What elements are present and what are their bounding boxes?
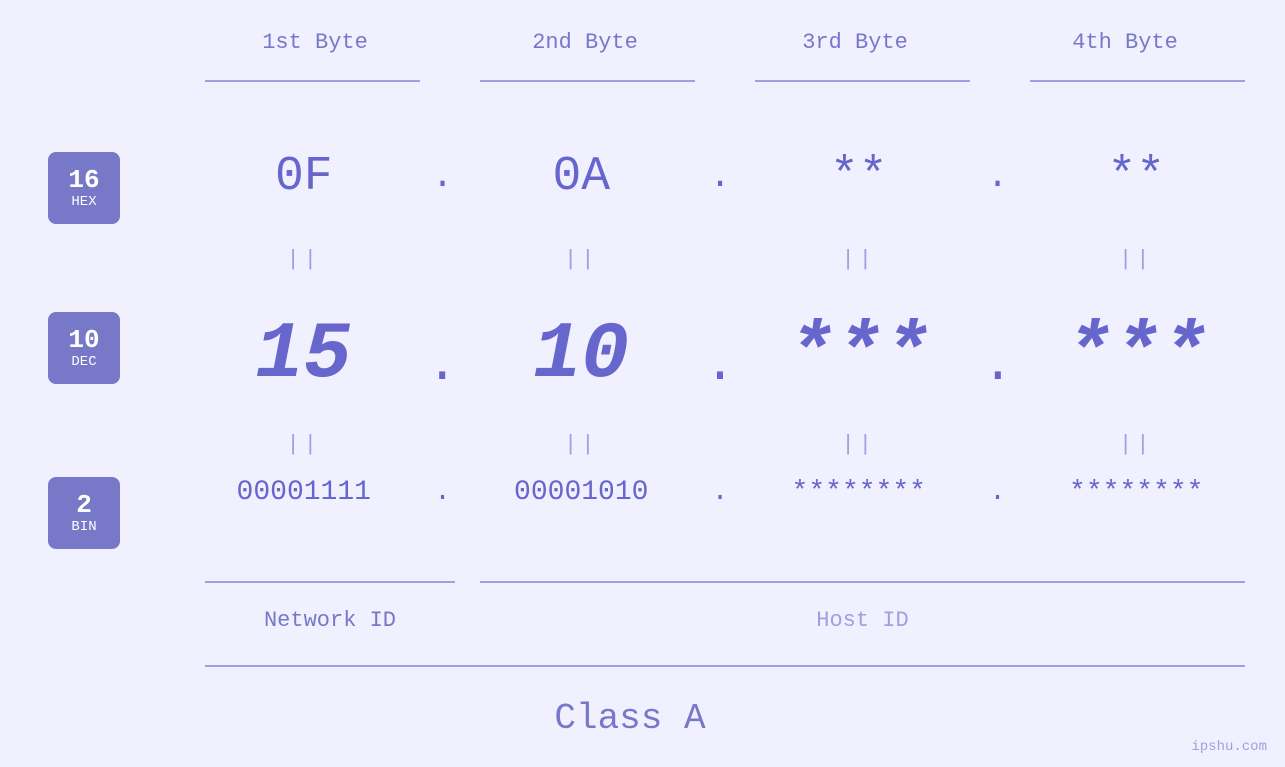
dot-bin-3: . (983, 479, 1013, 507)
dec-b4: *** (1013, 310, 1260, 401)
hex-b1: 0F (180, 150, 428, 204)
dec-badge: 10 DEC (48, 312, 120, 384)
dot-bin-1: . (428, 479, 458, 507)
bin-row: 00001111 . 00001010 . ******** . *******… (180, 477, 1260, 508)
dec-b3: *** (736, 310, 983, 401)
bracket-line-1 (205, 80, 420, 82)
dec-badge-label: DEC (71, 354, 96, 370)
byte-header-4: 4th Byte (990, 30, 1260, 55)
dot-bin-2: . (705, 479, 735, 507)
bin-b4: ******** (1013, 477, 1261, 508)
dot-dec-1: . (427, 340, 458, 392)
hex-b2: 0A (458, 150, 706, 204)
eq-1-b3: || (735, 247, 983, 272)
eq-dot-6 (983, 432, 1013, 457)
eq-dot-2 (705, 247, 735, 272)
main-container: 1st Byte 2nd Byte 3rd Byte 4th Byte 16 H… (0, 0, 1285, 767)
hex-badge: 16 HEX (48, 152, 120, 224)
hex-b3: ** (735, 150, 983, 204)
hex-badge-label: HEX (71, 194, 96, 210)
dot-hex-2: . (705, 159, 735, 195)
eq-dot-5 (705, 432, 735, 457)
dot-hex-1: . (428, 159, 458, 195)
bin-b1: 00001111 (180, 477, 428, 508)
class-a-label: Class A (0, 698, 1260, 739)
eq-1-b4: || (1013, 247, 1261, 272)
bottom-bracket-left (205, 581, 455, 583)
byte-header-1: 1st Byte (180, 30, 450, 55)
bin-badge: 2 BIN (48, 477, 120, 549)
eq-dot-4 (428, 432, 458, 457)
host-id-label: Host ID (480, 608, 1245, 633)
bracket-line-3 (755, 80, 970, 82)
bracket-line-2 (480, 80, 695, 82)
bin-b3: ******** (735, 477, 983, 508)
byte-headers: 1st Byte 2nd Byte 3rd Byte 4th Byte (180, 30, 1260, 55)
eq-2-b2: || (458, 432, 706, 457)
eq-dot-3 (983, 247, 1013, 272)
hex-b4: ** (1013, 150, 1261, 204)
byte-header-2: 2nd Byte (450, 30, 720, 55)
eq-dot-1 (428, 247, 458, 272)
dot-dec-3: . (982, 340, 1013, 392)
dot-dec-2: . (704, 340, 735, 392)
dec-b1: 15 (180, 310, 427, 401)
bracket-line-4 (1030, 80, 1245, 82)
eq-1-b1: || (180, 247, 428, 272)
bin-badge-label: BIN (71, 519, 96, 535)
equals-row-1: || || || || (180, 247, 1260, 272)
bin-b2: 00001010 (458, 477, 706, 508)
hex-row: 0F . 0A . ** . ** (180, 150, 1260, 204)
dec-row: 15 . 10 . *** . *** (180, 310, 1260, 401)
bin-badge-number: 2 (76, 491, 92, 520)
equals-row-2: || || || || (180, 432, 1260, 457)
watermark: ipshu.com (1191, 739, 1267, 755)
eq-2-b4: || (1013, 432, 1261, 457)
hex-badge-number: 16 (68, 166, 99, 195)
eq-2-b1: || (180, 432, 428, 457)
byte-header-3: 3rd Byte (720, 30, 990, 55)
eq-2-b3: || (735, 432, 983, 457)
dec-b2: 10 (458, 310, 705, 401)
bottom-bracket-right (480, 581, 1245, 583)
network-id-label: Network ID (205, 608, 455, 633)
dot-hex-3: . (983, 159, 1013, 195)
eq-1-b2: || (458, 247, 706, 272)
dec-badge-number: 10 (68, 326, 99, 355)
class-bracket (205, 665, 1245, 667)
